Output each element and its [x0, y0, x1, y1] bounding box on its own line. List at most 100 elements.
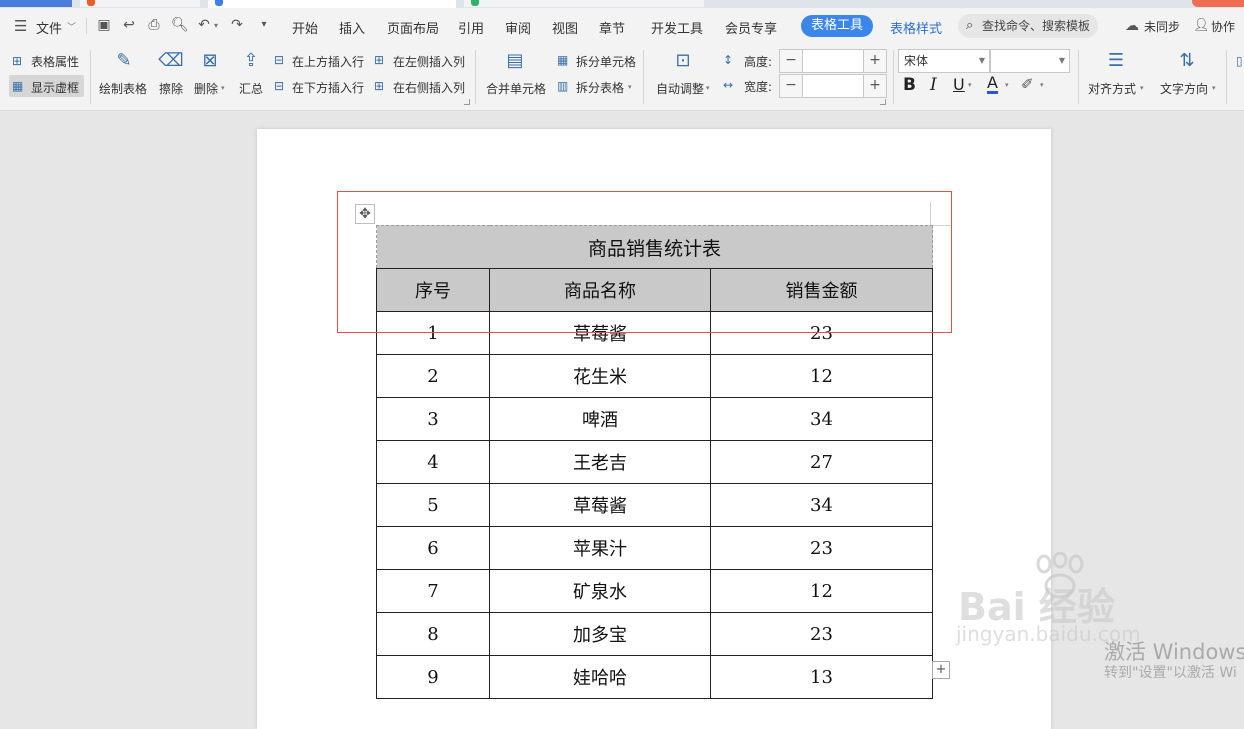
width-stepper[interactable]: − +: [779, 74, 887, 98]
table-cell[interactable]: 啤酒: [489, 397, 711, 441]
print-icon[interactable]: ⎙: [146, 17, 162, 33]
draw-table-button[interactable]: 绘制表格: [99, 80, 147, 97]
align-button[interactable]: 对齐方式: [1088, 80, 1136, 97]
chevron-down-icon[interactable]: ▾: [706, 84, 710, 92]
table-cell[interactable]: 8: [376, 612, 490, 656]
dialog-launcher-icon[interactable]: [880, 99, 886, 105]
tab-doc-1[interactable]: [80, 0, 200, 7]
increase-height-button[interactable]: +: [863, 50, 886, 72]
table-row[interactable]: 7 矿泉水 12: [376, 569, 933, 613]
italic-button[interactable]: I: [930, 75, 937, 95]
chevron-down-icon[interactable]: ▾: [1212, 84, 1216, 92]
table-cell[interactable]: 加多宝: [489, 612, 711, 656]
collab-button[interactable]: 协作: [1211, 18, 1235, 35]
font-color-button[interactable]: A: [987, 75, 998, 94]
more-tools-icon[interactable]: ▯: [1236, 54, 1243, 68]
chevron-down-icon[interactable]: ▾: [628, 83, 632, 91]
export-pdf-icon[interactable]: ↩: [121, 17, 137, 33]
tab-table-tools[interactable]: 表格工具: [801, 15, 874, 37]
table-cell[interactable]: 7: [376, 569, 490, 613]
increase-width-button[interactable]: +: [863, 75, 886, 97]
table-properties-button[interactable]: 表格属性: [31, 53, 79, 70]
dialog-launcher-icon[interactable]: [464, 99, 470, 105]
underline-button[interactable]: U: [953, 75, 965, 94]
table-cell[interactable]: 6: [376, 526, 490, 570]
command-search[interactable]: ⌕ 查找命令、搜索模板: [958, 14, 1098, 38]
undo-icon[interactable]: ↶: [196, 17, 212, 33]
table-cell[interactable]: 花生米: [489, 354, 711, 398]
tab-membership[interactable]: 会员专享: [725, 18, 777, 37]
redo-icon[interactable]: ↷: [229, 17, 245, 33]
table-cell[interactable]: 12: [710, 354, 933, 398]
table-cell[interactable]: 苹果汁: [489, 526, 711, 570]
tab-home[interactable]: [0, 0, 72, 7]
table-cell[interactable]: 矿泉水: [489, 569, 711, 613]
table-cell[interactable]: 23: [710, 612, 933, 656]
sync-status[interactable]: 未同步: [1144, 18, 1180, 35]
tab-table-style[interactable]: 表格样式: [890, 18, 942, 37]
tab-insert[interactable]: 插入: [339, 18, 365, 37]
text-direction-button[interactable]: 文字方向: [1160, 80, 1208, 97]
chevron-down-icon[interactable]: ▾: [968, 81, 972, 89]
table-row[interactable]: 8 加多宝 23: [376, 612, 933, 656]
hamburger-icon[interactable]: ☰: [14, 17, 27, 35]
table-row[interactable]: 5 草莓酱 34: [376, 483, 933, 527]
summary-button[interactable]: 汇总: [239, 80, 263, 97]
table-cell[interactable]: 3: [376, 397, 490, 441]
highlight-icon[interactable]: ✐: [1021, 75, 1034, 93]
chevron-down-icon[interactable]: ﹀: [67, 20, 76, 33]
split-cells-button[interactable]: 拆分单元格: [576, 53, 636, 70]
table-cell[interactable]: 23: [710, 526, 933, 570]
tab-page-layout[interactable]: 页面布局: [387, 18, 439, 37]
chevron-down-icon[interactable]: ▾: [1140, 84, 1144, 92]
insert-row-below-button[interactable]: 在下方插入行: [292, 79, 364, 96]
add-row-button[interactable]: +: [932, 661, 950, 679]
erase-button[interactable]: 擦除: [159, 80, 183, 97]
insert-col-right-button[interactable]: 在右侧插入列: [393, 79, 465, 96]
close-window-button[interactable]: [1192, 0, 1244, 7]
table-row[interactable]: 9 娃哈哈 13: [376, 655, 933, 699]
table-cell[interactable]: 34: [710, 397, 933, 441]
table-cell[interactable]: 草莓酱: [489, 483, 711, 527]
table-cell[interactable]: 5: [376, 483, 490, 527]
table-cell[interactable]: 9: [376, 655, 490, 699]
font-name-select[interactable]: 宋体 ▼: [898, 49, 990, 73]
table-cell[interactable]: 4: [376, 440, 490, 484]
undo-dropdown-icon[interactable]: ▾: [214, 21, 218, 30]
table-cell[interactable]: 王老吉: [489, 440, 711, 484]
auto-fit-button[interactable]: 自动调整: [656, 80, 704, 97]
tab-view[interactable]: 视图: [552, 18, 578, 37]
chevron-down-icon[interactable]: ▾: [221, 84, 225, 92]
file-menu[interactable]: 文件: [36, 18, 62, 37]
customize-toolbar-icon[interactable]: ▾: [256, 17, 272, 33]
tab-sheet[interactable]: [464, 0, 704, 7]
print-preview-icon[interactable]: 🔍︎: [171, 17, 189, 33]
tab-review[interactable]: 审阅: [505, 18, 531, 37]
decrease-height-button[interactable]: −: [780, 50, 803, 72]
insert-row-above-button[interactable]: 在上方插入行: [292, 53, 364, 70]
table-row[interactable]: 3 啤酒 34: [376, 397, 933, 441]
table-cell[interactable]: 13: [710, 655, 933, 699]
save-icon[interactable]: ▣: [96, 17, 112, 33]
tab-start[interactable]: 开始: [292, 18, 318, 37]
merge-cells-button[interactable]: 合并单元格: [486, 80, 546, 97]
tab-chapter[interactable]: 章节: [599, 18, 625, 37]
bold-button[interactable]: B: [903, 75, 916, 95]
table-cell[interactable]: 2: [376, 354, 490, 398]
chevron-down-icon[interactable]: ▾: [1005, 81, 1009, 89]
tab-references[interactable]: 引用: [458, 18, 484, 37]
table-move-handle-icon[interactable]: ✥: [355, 204, 375, 224]
table-cell[interactable]: 34: [710, 483, 933, 527]
tab-doc-active[interactable]: [208, 0, 456, 8]
font-size-select[interactable]: ▼: [990, 49, 1070, 73]
tab-developer[interactable]: 开发工具: [651, 18, 703, 37]
table-cell[interactable]: 娃哈哈: [489, 655, 711, 699]
table-row[interactable]: 6 苹果汁 23: [376, 526, 933, 570]
table-row[interactable]: 2 花生米 12: [376, 354, 933, 398]
decrease-width-button[interactable]: −: [780, 75, 803, 97]
height-stepper[interactable]: − +: [779, 49, 887, 73]
table-row[interactable]: 4 王老吉 27: [376, 440, 933, 484]
table-cell[interactable]: 27: [710, 440, 933, 484]
chevron-down-icon[interactable]: ▾: [1040, 81, 1044, 89]
split-table-button[interactable]: 拆分表格: [576, 79, 624, 96]
